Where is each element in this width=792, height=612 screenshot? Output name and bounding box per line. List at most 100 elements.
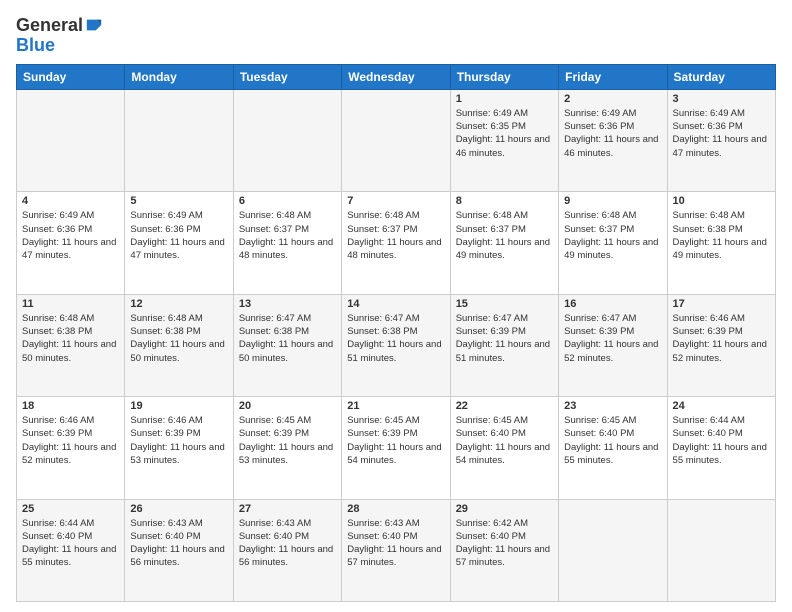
day-header-sunday: Sunday	[17, 64, 125, 89]
day-header-monday: Monday	[125, 64, 233, 89]
day-info: Sunrise: 6:45 AMSunset: 6:39 PMDaylight:…	[239, 414, 336, 467]
day-number: 19	[130, 400, 227, 412]
day-number: 2	[564, 93, 661, 105]
day-cell: 26 Sunrise: 6:43 AMSunset: 6:40 PMDaylig…	[125, 499, 233, 601]
day-info: Sunrise: 6:48 AMSunset: 6:37 PMDaylight:…	[564, 209, 661, 262]
day-cell: 8 Sunrise: 6:48 AMSunset: 6:37 PMDayligh…	[450, 192, 558, 294]
header: General Blue	[16, 16, 776, 56]
day-header-wednesday: Wednesday	[342, 64, 450, 89]
day-info: Sunrise: 6:43 AMSunset: 6:40 PMDaylight:…	[239, 517, 336, 570]
day-info: Sunrise: 6:49 AMSunset: 6:36 PMDaylight:…	[673, 107, 770, 160]
day-info: Sunrise: 6:45 AMSunset: 6:40 PMDaylight:…	[456, 414, 553, 467]
day-info: Sunrise: 6:46 AMSunset: 6:39 PMDaylight:…	[673, 312, 770, 365]
day-number: 1	[456, 93, 553, 105]
week-row-3: 11 Sunrise: 6:48 AMSunset: 6:38 PMDaylig…	[17, 294, 776, 396]
week-row-2: 4 Sunrise: 6:49 AMSunset: 6:36 PMDayligh…	[17, 192, 776, 294]
day-cell	[17, 89, 125, 191]
day-cell	[125, 89, 233, 191]
day-number: 18	[22, 400, 119, 412]
day-info: Sunrise: 6:45 AMSunset: 6:39 PMDaylight:…	[347, 414, 444, 467]
day-number: 25	[22, 503, 119, 515]
day-info: Sunrise: 6:48 AMSunset: 6:38 PMDaylight:…	[130, 312, 227, 365]
day-cell: 6 Sunrise: 6:48 AMSunset: 6:37 PMDayligh…	[233, 192, 341, 294]
day-number: 9	[564, 195, 661, 207]
logo-blue: Blue	[16, 35, 55, 55]
day-cell: 5 Sunrise: 6:49 AMSunset: 6:36 PMDayligh…	[125, 192, 233, 294]
day-info: Sunrise: 6:47 AMSunset: 6:39 PMDaylight:…	[564, 312, 661, 365]
day-info: Sunrise: 6:47 AMSunset: 6:39 PMDaylight:…	[456, 312, 553, 365]
day-info: Sunrise: 6:48 AMSunset: 6:37 PMDaylight:…	[456, 209, 553, 262]
day-cell: 10 Sunrise: 6:48 AMSunset: 6:38 PMDaylig…	[667, 192, 775, 294]
day-info: Sunrise: 6:47 AMSunset: 6:38 PMDaylight:…	[239, 312, 336, 365]
day-info: Sunrise: 6:49 AMSunset: 6:35 PMDaylight:…	[456, 107, 553, 160]
day-cell: 22 Sunrise: 6:45 AMSunset: 6:40 PMDaylig…	[450, 397, 558, 499]
day-number: 17	[673, 298, 770, 310]
day-info: Sunrise: 6:48 AMSunset: 6:37 PMDaylight:…	[239, 209, 336, 262]
day-cell	[559, 499, 667, 601]
logo-icon	[85, 16, 103, 34]
day-info: Sunrise: 6:42 AMSunset: 6:40 PMDaylight:…	[456, 517, 553, 570]
day-cell: 7 Sunrise: 6:48 AMSunset: 6:37 PMDayligh…	[342, 192, 450, 294]
logo-general: General	[16, 16, 83, 36]
day-number: 26	[130, 503, 227, 515]
day-number: 27	[239, 503, 336, 515]
day-number: 10	[673, 195, 770, 207]
day-cell	[342, 89, 450, 191]
day-header-friday: Friday	[559, 64, 667, 89]
day-info: Sunrise: 6:49 AMSunset: 6:36 PMDaylight:…	[130, 209, 227, 262]
day-cell: 28 Sunrise: 6:43 AMSunset: 6:40 PMDaylig…	[342, 499, 450, 601]
logo: General Blue	[16, 16, 103, 56]
day-cell: 17 Sunrise: 6:46 AMSunset: 6:39 PMDaylig…	[667, 294, 775, 396]
day-cell: 29 Sunrise: 6:42 AMSunset: 6:40 PMDaylig…	[450, 499, 558, 601]
day-number: 20	[239, 400, 336, 412]
day-info: Sunrise: 6:48 AMSunset: 6:38 PMDaylight:…	[673, 209, 770, 262]
day-info: Sunrise: 6:49 AMSunset: 6:36 PMDaylight:…	[22, 209, 119, 262]
day-cell	[667, 499, 775, 601]
day-number: 7	[347, 195, 444, 207]
day-cell	[233, 89, 341, 191]
day-number: 4	[22, 195, 119, 207]
day-cell: 23 Sunrise: 6:45 AMSunset: 6:40 PMDaylig…	[559, 397, 667, 499]
week-row-4: 18 Sunrise: 6:46 AMSunset: 6:39 PMDaylig…	[17, 397, 776, 499]
logo-text: General Blue	[16, 16, 103, 56]
day-info: Sunrise: 6:48 AMSunset: 6:37 PMDaylight:…	[347, 209, 444, 262]
day-number: 22	[456, 400, 553, 412]
day-cell: 18 Sunrise: 6:46 AMSunset: 6:39 PMDaylig…	[17, 397, 125, 499]
page: General Blue SundayMondayTuesdayWednesda…	[0, 0, 792, 612]
day-header-saturday: Saturday	[667, 64, 775, 89]
day-info: Sunrise: 6:46 AMSunset: 6:39 PMDaylight:…	[22, 414, 119, 467]
day-number: 28	[347, 503, 444, 515]
day-cell: 14 Sunrise: 6:47 AMSunset: 6:38 PMDaylig…	[342, 294, 450, 396]
day-cell: 24 Sunrise: 6:44 AMSunset: 6:40 PMDaylig…	[667, 397, 775, 499]
day-cell: 11 Sunrise: 6:48 AMSunset: 6:38 PMDaylig…	[17, 294, 125, 396]
day-number: 23	[564, 400, 661, 412]
day-number: 13	[239, 298, 336, 310]
week-row-5: 25 Sunrise: 6:44 AMSunset: 6:40 PMDaylig…	[17, 499, 776, 601]
week-row-1: 1 Sunrise: 6:49 AMSunset: 6:35 PMDayligh…	[17, 89, 776, 191]
day-cell: 12 Sunrise: 6:48 AMSunset: 6:38 PMDaylig…	[125, 294, 233, 396]
day-cell: 21 Sunrise: 6:45 AMSunset: 6:39 PMDaylig…	[342, 397, 450, 499]
day-info: Sunrise: 6:46 AMSunset: 6:39 PMDaylight:…	[130, 414, 227, 467]
day-header-tuesday: Tuesday	[233, 64, 341, 89]
day-cell: 25 Sunrise: 6:44 AMSunset: 6:40 PMDaylig…	[17, 499, 125, 601]
day-cell: 13 Sunrise: 6:47 AMSunset: 6:38 PMDaylig…	[233, 294, 341, 396]
day-info: Sunrise: 6:44 AMSunset: 6:40 PMDaylight:…	[673, 414, 770, 467]
day-number: 5	[130, 195, 227, 207]
day-cell: 2 Sunrise: 6:49 AMSunset: 6:36 PMDayligh…	[559, 89, 667, 191]
day-info: Sunrise: 6:49 AMSunset: 6:36 PMDaylight:…	[564, 107, 661, 160]
day-info: Sunrise: 6:47 AMSunset: 6:38 PMDaylight:…	[347, 312, 444, 365]
calendar-table: SundayMondayTuesdayWednesdayThursdayFrid…	[16, 64, 776, 602]
day-number: 12	[130, 298, 227, 310]
days-header-row: SundayMondayTuesdayWednesdayThursdayFrid…	[17, 64, 776, 89]
day-cell: 19 Sunrise: 6:46 AMSunset: 6:39 PMDaylig…	[125, 397, 233, 499]
day-number: 3	[673, 93, 770, 105]
day-cell: 1 Sunrise: 6:49 AMSunset: 6:35 PMDayligh…	[450, 89, 558, 191]
day-cell: 20 Sunrise: 6:45 AMSunset: 6:39 PMDaylig…	[233, 397, 341, 499]
day-number: 29	[456, 503, 553, 515]
day-number: 6	[239, 195, 336, 207]
day-number: 15	[456, 298, 553, 310]
day-cell: 27 Sunrise: 6:43 AMSunset: 6:40 PMDaylig…	[233, 499, 341, 601]
day-cell: 4 Sunrise: 6:49 AMSunset: 6:36 PMDayligh…	[17, 192, 125, 294]
day-number: 8	[456, 195, 553, 207]
day-info: Sunrise: 6:45 AMSunset: 6:40 PMDaylight:…	[564, 414, 661, 467]
